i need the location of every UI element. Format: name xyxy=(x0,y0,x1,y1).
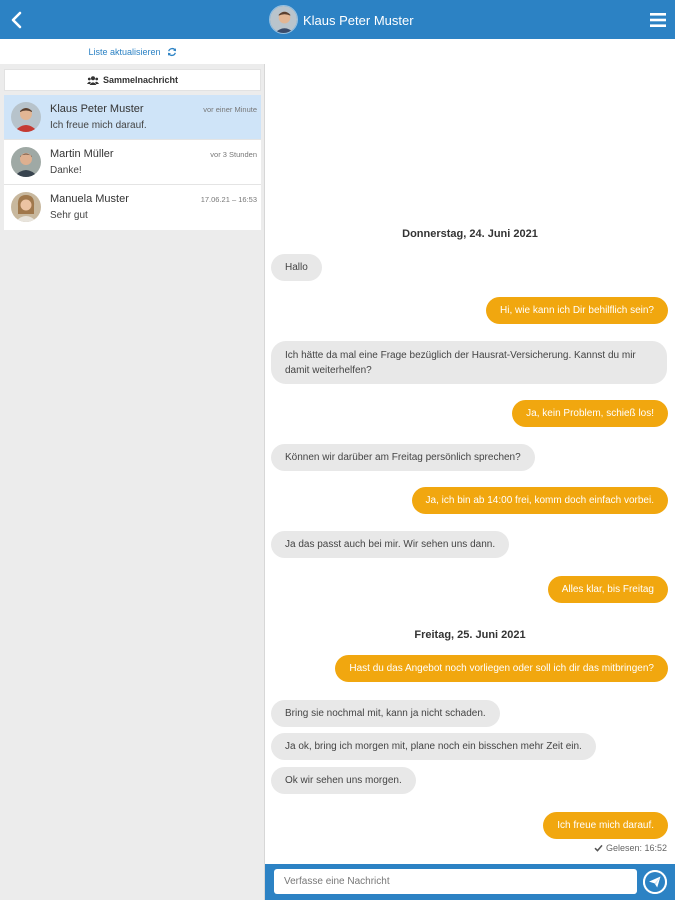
message-incoming: Hallo xyxy=(271,254,322,281)
contact-avatar[interactable] xyxy=(269,5,298,34)
refresh-list-label: Liste aktualisieren xyxy=(88,46,161,57)
conversation-name: Martin Müller xyxy=(50,148,114,160)
back-button[interactable] xyxy=(6,8,28,32)
message-incoming: Ja das passt auch bei mir. Wir sehen uns… xyxy=(271,531,510,558)
avatar xyxy=(11,147,41,177)
message-outgoing: Hast du das Angebot noch vorliegen oder … xyxy=(335,655,668,682)
message-incoming: Können wir darüber am Freitag persönlich… xyxy=(271,444,535,471)
message-incoming: Ich hätte da mal eine Frage bezüglich de… xyxy=(271,341,667,384)
top-bar: Klaus Peter Muster xyxy=(0,0,675,39)
chevron-left-icon xyxy=(11,11,22,29)
conversation-item-manuela-muster[interactable]: Manuela Muster 17.06.21 – 16:53 Sehr gut xyxy=(4,185,261,230)
refresh-list-link[interactable]: Liste aktualisieren xyxy=(0,39,265,64)
conversation-item-martin-mueller[interactable]: Martin Müller vor 3 Stunden Danke! xyxy=(4,140,261,185)
users-icon xyxy=(86,75,99,85)
message-incoming: Bring sie nochmal mit, kann ja nicht sch… xyxy=(271,700,500,727)
message-outgoing: Alles klar, bis Freitag xyxy=(547,576,668,603)
hamburger-menu-icon xyxy=(650,13,666,27)
menu-button[interactable] xyxy=(649,11,667,29)
avatar xyxy=(11,102,41,132)
refresh-icon xyxy=(167,47,176,56)
date-separator: Freitag, 25. Juni 2021 xyxy=(414,629,526,641)
avatar xyxy=(11,192,41,222)
read-status-text: Gelesen: 16:52 xyxy=(605,843,667,853)
message-outgoing: Hi, wie kann ich Dir behilflich sein? xyxy=(486,297,668,324)
paper-plane-icon xyxy=(643,870,667,894)
conversation-name: Klaus Peter Muster xyxy=(50,103,144,115)
conversation-time: vor 3 Stunden xyxy=(210,150,257,159)
message-incoming: Ok wir sehen uns morgen. xyxy=(271,767,416,794)
conversation-list: Klaus Peter Muster vor einer Minute Ich … xyxy=(4,95,261,230)
send-button[interactable] xyxy=(643,870,667,894)
checkmark-icon xyxy=(594,844,604,852)
conversation-preview: Ich freue mich darauf. xyxy=(50,120,147,131)
conversation-name: Manuela Muster xyxy=(50,193,129,205)
message-incoming: Ja ok, bring ich morgen mit, plane noch … xyxy=(271,733,596,760)
message-input[interactable] xyxy=(274,869,637,894)
group-message-button[interactable]: Sammelnachricht xyxy=(4,69,261,91)
conversation-time: 17.06.21 – 16:53 xyxy=(200,195,257,204)
conversation-time: vor einer Minute xyxy=(203,105,257,114)
conversation-sidebar: Liste aktualisieren Sammelnachricht Klau… xyxy=(0,39,265,900)
conversation-preview: Sehr gut xyxy=(50,210,88,221)
message-outgoing: Ja, kein Problem, schieß los! xyxy=(512,400,668,427)
conversation-item-klaus-peter-muster[interactable]: Klaus Peter Muster vor einer Minute Ich … xyxy=(4,95,261,140)
message-outgoing: Ich freue mich darauf. xyxy=(543,812,668,839)
read-receipt: Gelesen: 16:52 xyxy=(594,843,667,853)
message-outgoing: Ja, ich bin ab 14:00 frei, komm doch ein… xyxy=(411,487,668,514)
conversation-preview: Danke! xyxy=(50,165,82,176)
date-separator: Donnerstag, 24. Juni 2021 xyxy=(402,228,538,240)
chat-area[interactable]: Donnerstag, 24. Juni 2021 Hallo Hi, wie … xyxy=(265,39,675,864)
message-composer xyxy=(265,864,675,900)
chat-title: Klaus Peter Muster xyxy=(303,13,414,28)
group-message-label: Sammelnachricht xyxy=(102,75,179,85)
